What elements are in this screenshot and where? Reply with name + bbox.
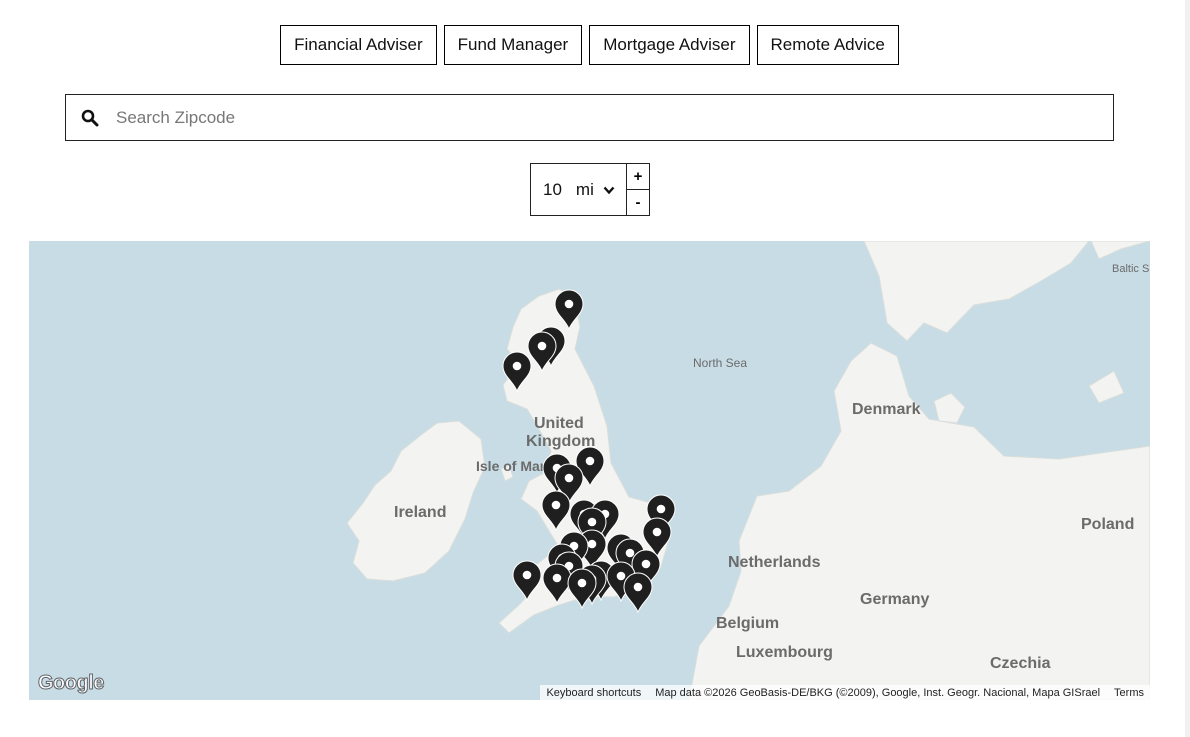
map-attribution: Keyboard shortcuts Map data ©2026 GeoBas… <box>540 685 1150 700</box>
radius-increase-button[interactable]: + <box>627 163 650 190</box>
keyboard-shortcuts-link[interactable]: Keyboard shortcuts <box>546 687 641 699</box>
map-data-credit: Map data ©2026 GeoBasis-DE/BKG (©2009), … <box>655 686 1101 699</box>
chevron-down-icon <box>603 180 615 200</box>
adviser-map[interactable]: Baltic S North Sea Denmark United Kingdo… <box>29 241 1150 700</box>
map-label-luxembourg: Luxembourg <box>736 644 833 661</box>
zipcode-search-input[interactable] <box>114 94 1113 141</box>
radius-value: 10 <box>543 179 562 199</box>
radius-control: 10 mi + - <box>530 163 650 216</box>
filter-fund-manager-button[interactable]: Fund Manager <box>443 25 583 65</box>
map-label-ireland: Ireland <box>394 504 446 521</box>
map-label-baltic-sea: Baltic S <box>1112 263 1149 275</box>
filter-mortgage-adviser-button[interactable]: Mortgage Adviser <box>589 25 750 65</box>
category-filter-bar: Financial Adviser Fund Manager Mortgage … <box>0 25 1179 65</box>
map-label-netherlands: Netherlands <box>728 554 821 571</box>
search-icon <box>66 109 114 127</box>
radius-unit: mi <box>575 179 594 199</box>
google-logo: Google <box>38 672 105 695</box>
map-label-germany: Germany <box>860 591 929 608</box>
map-label-united-kingdom-line1: United <box>534 415 584 432</box>
filter-financial-adviser-button[interactable]: Financial Adviser <box>280 25 437 65</box>
radius-select[interactable]: 10 mi <box>530 163 627 216</box>
map-label-denmark: Denmark <box>852 401 921 418</box>
map-label-poland: Poland <box>1081 516 1134 533</box>
map-label-isle-of-man: Isle of Man <box>476 458 548 474</box>
map-canvas: Baltic S North Sea Denmark United Kingdo… <box>29 241 1150 700</box>
zipcode-search-bar <box>65 94 1114 141</box>
page-scrollbar[interactable] <box>1185 0 1190 737</box>
radius-stepper: + - <box>627 163 650 216</box>
terms-link[interactable]: Terms <box>1114 687 1144 699</box>
map-label-north-sea: North Sea <box>693 356 747 370</box>
map-label-belgium: Belgium <box>716 615 779 632</box>
map-label-czechia: Czechia <box>990 655 1051 672</box>
radius-decrease-button[interactable]: - <box>627 189 650 216</box>
filter-remote-advice-button[interactable]: Remote Advice <box>756 25 899 65</box>
